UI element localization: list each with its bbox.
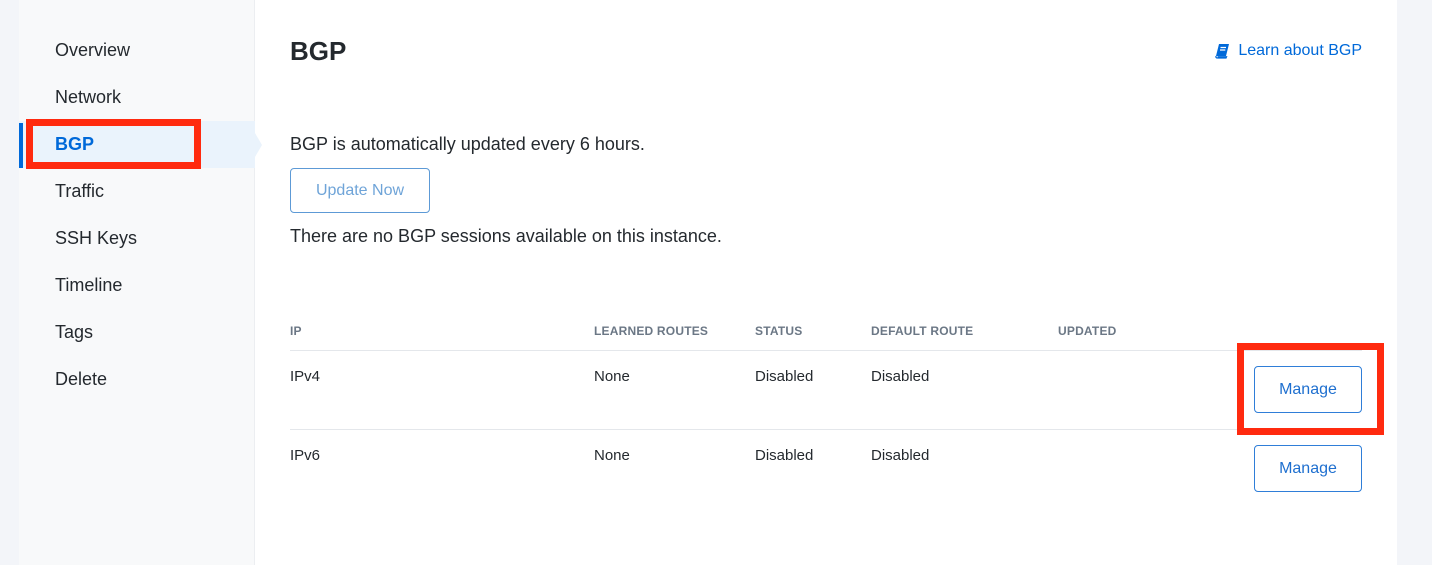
sidebar-item-network[interactable]: Network: [19, 74, 255, 121]
row-divider: [290, 429, 1362, 430]
sidebar-item-delete[interactable]: Delete: [19, 356, 255, 403]
sidebar-item-bgp[interactable]: BGP: [19, 121, 255, 168]
update-now-button[interactable]: Update Now: [290, 168, 430, 213]
update-info-text: BGP is automatically updated every 6 hou…: [290, 134, 645, 154]
page-title: BGP: [290, 36, 347, 66]
header-divider: [290, 350, 1362, 351]
empty-sessions-message: There are no BGP sessions available on t…: [290, 226, 722, 246]
column-header-default-route: DEFAULT ROUTE: [871, 324, 974, 338]
sidebar-item-ssh-keys[interactable]: SSH Keys: [19, 215, 255, 262]
column-header-learned-routes: LEARNED ROUTES: [594, 324, 709, 338]
column-header-updated: UPDATED: [1058, 324, 1117, 338]
book-icon: [1215, 43, 1230, 59]
sidebar-item-traffic[interactable]: Traffic: [19, 168, 255, 215]
column-header-status: STATUS: [755, 324, 803, 338]
sidebar-item-tags[interactable]: Tags: [19, 309, 255, 356]
sidebar: Overview Network BGP Traffic SSH Keys Ti…: [19, 0, 255, 565]
main-content: BGP Learn about BGP BGP is automatically…: [255, 0, 1397, 565]
cell-status: Disabled: [755, 368, 814, 385]
learn-about-bgp-link[interactable]: Learn about BGP: [1215, 42, 1362, 60]
manage-ipv6-button[interactable]: Manage: [1254, 445, 1362, 492]
learn-link-label: Learn about BGP: [1238, 42, 1362, 59]
cell-learned-routes: None: [594, 447, 630, 464]
cell-default-route: Disabled: [871, 447, 930, 464]
sidebar-item-timeline[interactable]: Timeline: [19, 262, 255, 309]
column-header-ip: IP: [290, 324, 302, 338]
cell-ip: IPv4: [290, 368, 321, 385]
cell-ip: IPv6: [290, 447, 321, 464]
manage-ipv4-button[interactable]: Manage: [1254, 366, 1362, 413]
sidebar-item-overview[interactable]: Overview: [19, 27, 255, 74]
app-frame: Overview Network BGP Traffic SSH Keys Ti…: [19, 0, 1397, 565]
cell-default-route: Disabled: [871, 368, 930, 385]
cell-status: Disabled: [755, 447, 814, 464]
cell-learned-routes: None: [594, 368, 630, 385]
